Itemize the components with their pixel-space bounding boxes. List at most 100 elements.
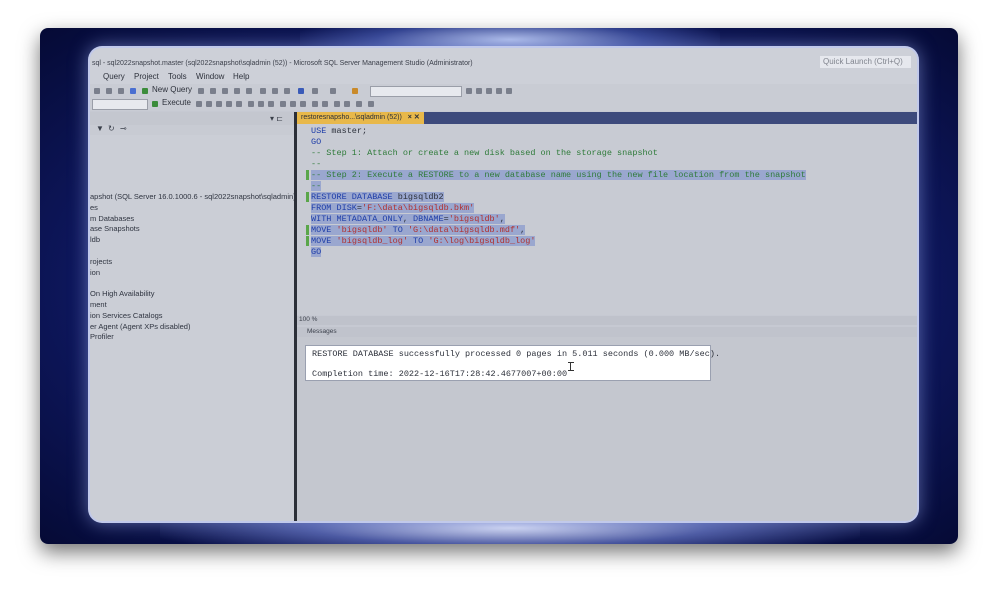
tree-item[interactable]: On High Availability [90,289,296,300]
quick-launch-input[interactable]: Quick Launch (Ctrl+Q) [820,56,911,68]
database-dropdown[interactable] [92,99,148,110]
live-stats-icon[interactable] [258,101,264,107]
tree-item[interactable]: Profiler [90,332,296,343]
completion-time: Completion time: 2022-12-16T17:28:42.467… [312,369,568,379]
save-icon[interactable] [118,88,124,94]
debug-icon[interactable] [352,88,358,94]
menu-project[interactable]: Project [134,72,159,81]
comment-icon[interactable] [312,101,318,107]
tree-item[interactable]: ase Snapshots [90,224,296,235]
parse-icon[interactable] [206,101,212,107]
tree-item[interactable] [90,278,296,289]
das-query-icon[interactable] [246,88,252,94]
decrease-indent-icon[interactable] [334,101,340,107]
collapse-icon[interactable]: ⊸ [120,124,127,133]
tree-item[interactable] [90,246,296,257]
pin-icon[interactable]: ▾ ⊏ [270,114,283,123]
tab-query[interactable]: restoresnapsho...\sqladmin (52)) × ✕ [297,112,424,124]
code-token: -- [311,181,322,191]
tree-item[interactable]: ion [90,268,296,279]
dmx-query-icon[interactable] [222,88,228,94]
estimated-plan-icon[interactable] [216,101,222,107]
specify-values-icon[interactable] [356,101,362,107]
increase-indent-icon[interactable] [344,101,350,107]
refresh-icon[interactable]: ↻ [108,124,115,133]
code-editor[interactable]: USE master; GO -- Step 1: Attach or create… [297,124,917,315]
properties-icon[interactable] [466,88,472,94]
close-icon[interactable]: × ✕ [408,114,420,121]
tab-query-label: restoresnapsho...\sqladmin (52)) [301,114,402,121]
sql-code: USE master; GO -- Step 1: Attach or create… [311,126,806,258]
paste-icon[interactable] [284,88,290,94]
query-options-icon[interactable] [226,101,232,107]
execute-button[interactable]: Execute [162,98,191,107]
execute-icon[interactable] [152,101,158,107]
mdx-query-icon[interactable] [210,88,216,94]
tree-item[interactable]: ion Services Catalogs [90,311,296,322]
code-line: WITH METADATA_ONLY, DBNAME='bigsqldb', [311,214,806,225]
toolbox-icon[interactable] [476,88,482,94]
copy-icon[interactable] [272,88,278,94]
actual-plan-icon[interactable] [248,101,254,107]
code-token: FROM DISK [311,203,357,213]
tree-item[interactable]: m Databases [90,214,296,225]
code-line: -- [311,181,806,192]
change-gutter [306,124,310,315]
results-text-icon[interactable] [280,101,286,107]
message-output: RESTORE DATABASE successfully processed … [305,345,720,381]
overflow-icon[interactable] [506,88,512,94]
intellisense-icon[interactable] [236,101,242,107]
db-query-icon[interactable] [198,88,204,94]
title-bar: sql - sql2022snapshot.master (sql2022sna… [90,48,917,70]
zoom-bar: 100 % [297,316,917,325]
code-token: -- Step 2: Execute a RESTORE to a new da… [311,170,806,180]
solution-icon[interactable] [330,88,336,94]
code-token: 'G:\data\bigsqldb.mdf' [407,225,521,235]
sql-editor-toolbar: Execute [90,97,917,111]
xmla-query-icon[interactable] [234,88,240,94]
change-marker [306,225,309,235]
new-query-button[interactable]: New Query [152,85,192,94]
tree-item[interactable]: ldb [90,235,296,246]
solution-config-dropdown[interactable] [370,86,462,97]
back-icon[interactable] [94,88,100,94]
cancel-icon[interactable] [196,101,202,107]
filter-icon[interactable]: ▼ [96,124,104,133]
results-file-icon[interactable] [300,101,306,107]
client-stats-icon[interactable] [268,101,274,107]
ssms-window: sql - sql2022snapshot.master (sql2022sna… [90,48,917,521]
tree-item[interactable]: es [90,203,296,214]
redo-icon[interactable] [312,88,318,94]
menu-help[interactable]: Help [233,72,249,81]
new-query-icon[interactable] [142,88,148,94]
tab-messages[interactable]: Messages [307,328,337,335]
background-frame: sql - sql2022snapshot.master (sql2022sna… [40,28,958,544]
document-tabs: restoresnapsho...\sqladmin (52)) × ✕ [297,112,917,124]
code-token: bigsqldb2 [397,192,444,202]
settings-icon[interactable] [496,88,502,94]
code-token: -- [311,159,322,169]
open-icon[interactable] [106,88,112,94]
tree-item[interactable]: rojects [90,257,296,268]
tree-item[interactable]: er Agent (Agent XPs disabled) [90,322,296,333]
zoom-level[interactable]: 100 % [299,316,317,323]
toolbar-overflow-icon[interactable] [368,101,374,107]
menu-tools[interactable]: Tools [168,72,187,81]
tree-item-server[interactable]: apshot (SQL Server 16.0.1000.6 - sql2022… [90,192,296,203]
menu-query[interactable]: Query [103,72,125,81]
save-all-icon[interactable] [130,88,136,94]
code-token: DBNAME [413,214,444,224]
code-token: MOVE [311,225,337,235]
explorer-icon[interactable] [486,88,492,94]
results-grid-icon[interactable] [290,101,296,107]
undo-icon[interactable] [298,88,304,94]
code-token: 'bigsqldb' [448,214,500,224]
cut-icon[interactable] [260,88,266,94]
uncomment-icon[interactable] [322,101,328,107]
code-line: RESTORE DATABASE bigsqldb2 [311,192,806,203]
window-title: sql - sql2022snapshot.master (sql2022sna… [92,60,473,67]
code-token: 'bigsqldb_log' [336,236,408,246]
code-line: GO [311,247,806,258]
tree-item[interactable]: ment [90,300,296,311]
menu-window[interactable]: Window [196,72,224,81]
